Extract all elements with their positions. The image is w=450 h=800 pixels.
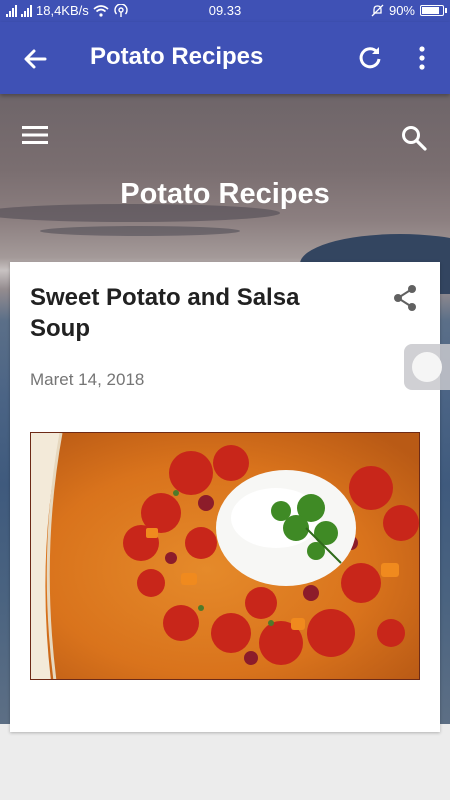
battery-fill — [422, 7, 439, 14]
status-right: 90% — [371, 3, 447, 18]
app-title: Potato Recipes — [90, 43, 264, 70]
post-title[interactable]: Sweet Potato and Salsa Soup — [30, 282, 350, 344]
arrow-back-icon[interactable] — [20, 44, 50, 74]
floating-button-dot — [412, 352, 442, 382]
hamburger-menu-icon[interactable] — [22, 124, 48, 146]
refresh-icon[interactable] — [356, 44, 384, 72]
post-image[interactable] — [30, 432, 420, 680]
soup-photo — [31, 433, 419, 679]
bottom-area — [0, 724, 450, 800]
floating-assistive-button[interactable] — [404, 344, 450, 390]
battery-percent: 90% — [388, 3, 415, 18]
post-card: Sweet Potato and Salsa Soup Maret 14, 20… — [10, 262, 440, 732]
blog-title[interactable]: Potato Recipes — [0, 178, 450, 211]
header-background — [40, 226, 240, 236]
app-bar: Potato Recipes — [0, 22, 450, 94]
mute-bell-icon — [371, 4, 384, 17]
status-bar: 18,4KB/s 09.33 90% — [0, 0, 450, 22]
post-date: Maret 14, 2018 — [30, 370, 145, 389]
battery-icon — [420, 5, 447, 16]
search-icon[interactable] — [400, 124, 428, 152]
more-vert-icon[interactable] — [410, 44, 434, 72]
share-icon[interactable] — [392, 284, 418, 312]
